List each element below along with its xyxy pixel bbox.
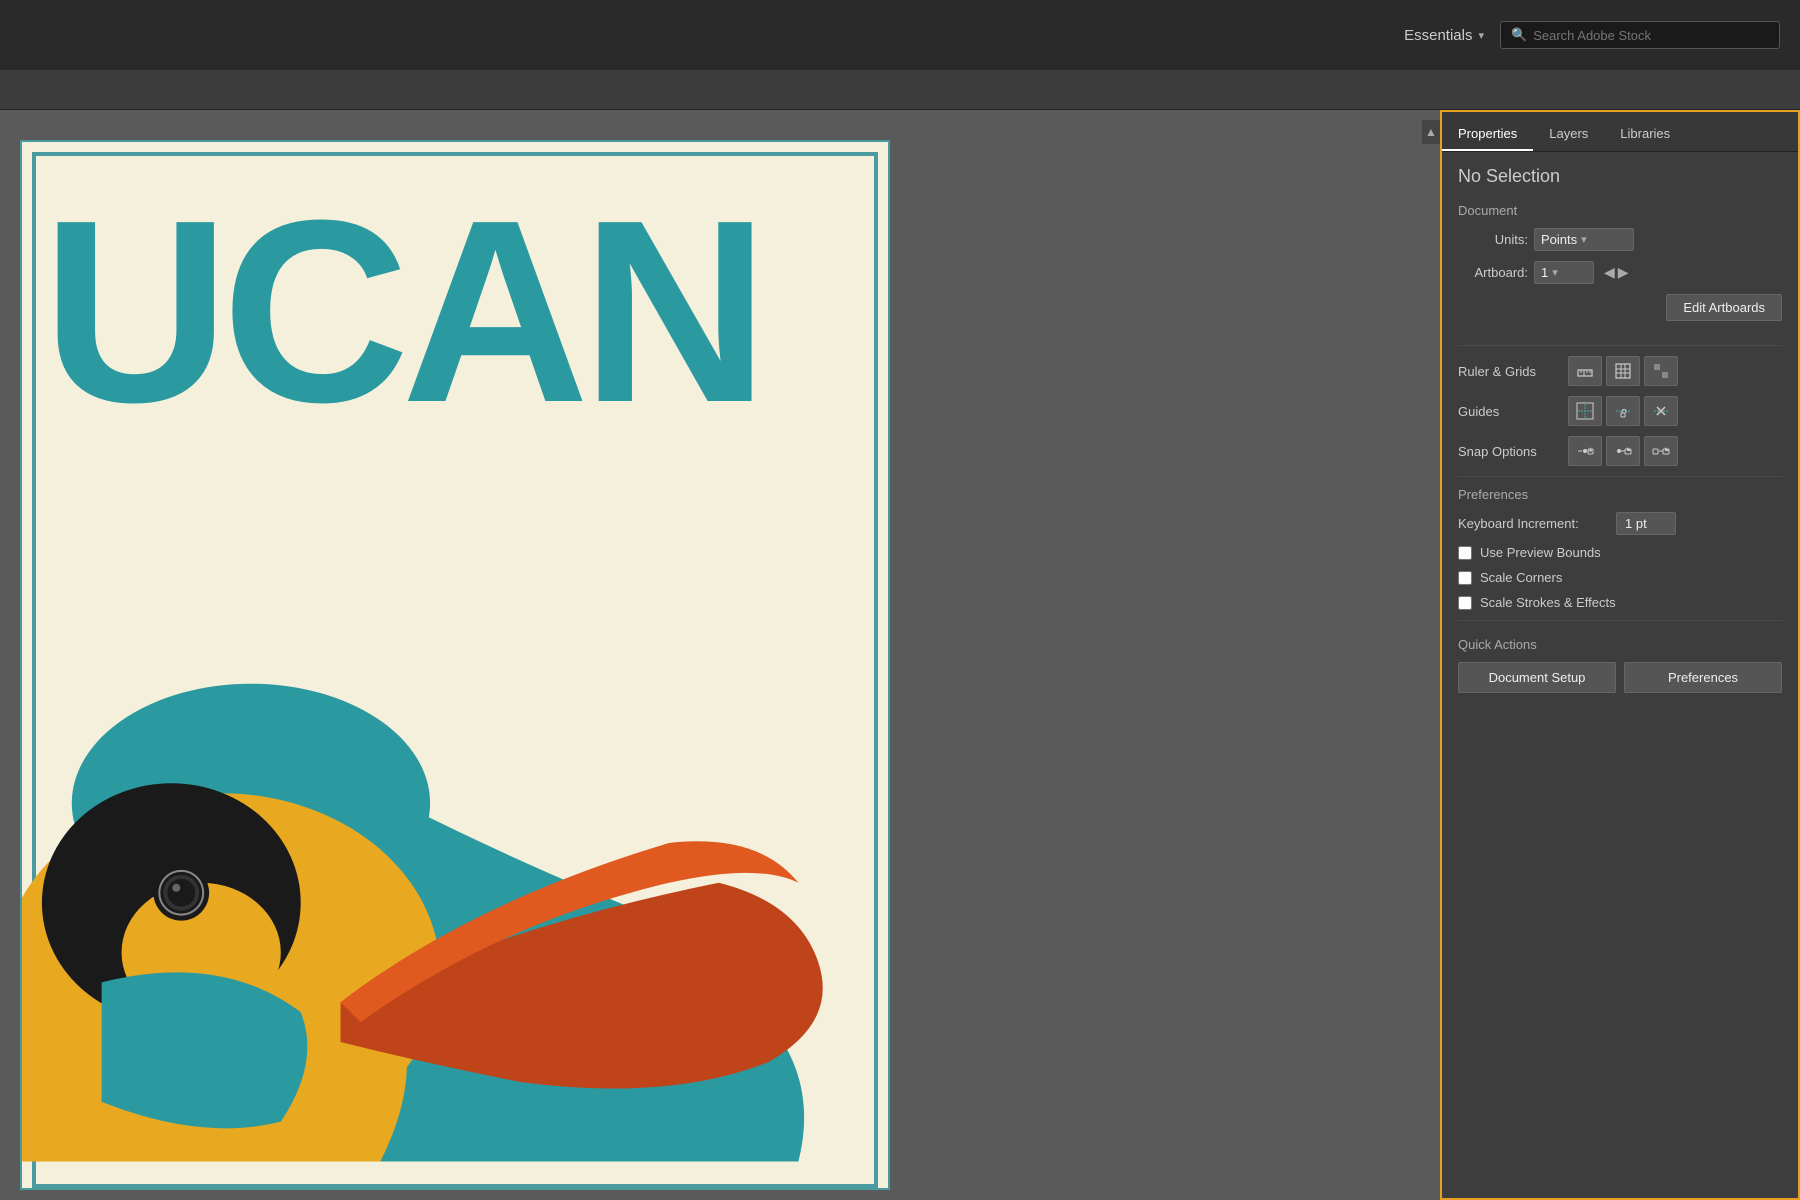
tab-properties[interactable]: Properties bbox=[1442, 118, 1533, 151]
main-area: UCAN bbox=[0, 110, 1800, 1200]
artboard-nav: ◀ ▶ bbox=[1604, 264, 1629, 281]
search-icon: 🔍 bbox=[1511, 27, 1527, 43]
ruler-grids-icons bbox=[1568, 356, 1678, 386]
divider-3 bbox=[1458, 620, 1782, 621]
artboard-label: Artboard: bbox=[1458, 265, 1528, 280]
ruler-grids-row: Ruler & Grids bbox=[1458, 356, 1782, 386]
keyboard-increment-row: Keyboard Increment: bbox=[1458, 512, 1782, 535]
units-dropdown-icon: ▾ bbox=[1581, 233, 1587, 246]
units-row: Units: Points ▾ bbox=[1458, 228, 1782, 251]
snap-grid-icon-btn[interactable] bbox=[1606, 436, 1640, 466]
units-label: Units: bbox=[1458, 232, 1528, 247]
show-guides-icon-btn[interactable] bbox=[1568, 396, 1602, 426]
pixel-grid-icon-btn[interactable] bbox=[1644, 356, 1678, 386]
snap-point-icon-btn[interactable] bbox=[1568, 436, 1602, 466]
search-input[interactable] bbox=[1533, 28, 1769, 43]
scale-corners-checkbox[interactable] bbox=[1458, 571, 1472, 585]
collapse-button[interactable]: ▲ bbox=[1422, 120, 1440, 144]
scale-strokes-label: Scale Strokes & Effects bbox=[1480, 595, 1616, 610]
guides-row: Guides bbox=[1458, 396, 1782, 426]
lock-guides-icon-btn[interactable] bbox=[1606, 396, 1640, 426]
panel-content: No Selection Document Units: Points ▾ Ar… bbox=[1442, 152, 1798, 1198]
essentials-label: Essentials bbox=[1404, 27, 1472, 44]
essentials-button[interactable]: Essentials ▾ bbox=[1404, 27, 1484, 44]
quick-actions-label: Quick Actions bbox=[1458, 637, 1782, 652]
preferences-section: Preferences Keyboard Increment: Use Prev… bbox=[1458, 487, 1782, 610]
use-preview-bounds-row: Use Preview Bounds bbox=[1458, 545, 1782, 560]
canvas-area: UCAN bbox=[0, 110, 1440, 1200]
ruler-icon-btn[interactable] bbox=[1568, 356, 1602, 386]
preferences-section-label: Preferences bbox=[1458, 487, 1782, 502]
scale-corners-row: Scale Corners bbox=[1458, 570, 1782, 585]
ruler-grids-label: Ruler & Grids bbox=[1458, 364, 1568, 379]
use-preview-bounds-label: Use Preview Bounds bbox=[1480, 545, 1601, 560]
use-preview-bounds-checkbox[interactable] bbox=[1458, 546, 1472, 560]
chevron-down-icon: ▾ bbox=[1478, 29, 1484, 42]
artboard-row: Artboard: 1 ▾ ◀ ▶ bbox=[1458, 261, 1782, 284]
quick-actions-section: Quick Actions Document Setup Preferences bbox=[1458, 637, 1782, 693]
scale-strokes-row: Scale Strokes & Effects bbox=[1458, 595, 1782, 610]
document-setup-button[interactable]: Document Setup bbox=[1458, 662, 1616, 693]
artboard-next-icon[interactable]: ▶ bbox=[1618, 264, 1629, 281]
artboard-prev-icon[interactable]: ◀ bbox=[1604, 264, 1615, 281]
canvas-text: UCAN bbox=[42, 182, 761, 442]
divider-1 bbox=[1458, 345, 1782, 346]
artboard-input[interactable]: 1 ▾ bbox=[1534, 261, 1594, 284]
tab-layers[interactable]: Layers bbox=[1533, 118, 1604, 151]
toolbar-row bbox=[0, 70, 1800, 110]
scale-corners-label: Scale Corners bbox=[1480, 570, 1562, 585]
snap-options-row: Snap Options bbox=[1458, 436, 1782, 466]
no-selection-label: No Selection bbox=[1458, 166, 1782, 187]
toucan-illustration bbox=[22, 508, 888, 1188]
artboard-value: 1 bbox=[1541, 265, 1548, 280]
snap-options-label: Snap Options bbox=[1458, 444, 1568, 459]
keyboard-increment-input[interactable] bbox=[1616, 512, 1676, 535]
artboard-dropdown-icon: ▾ bbox=[1552, 266, 1558, 279]
snap-icons bbox=[1568, 436, 1678, 466]
snap-pixel-icon-btn[interactable] bbox=[1644, 436, 1678, 466]
search-bar: 🔍 bbox=[1500, 21, 1780, 49]
quick-actions-buttons: Document Setup Preferences bbox=[1458, 662, 1782, 693]
units-select[interactable]: Points ▾ bbox=[1534, 228, 1634, 251]
top-bar: Essentials ▾ 🔍 bbox=[0, 0, 1800, 70]
right-panel: Properties Layers Libraries No Selection… bbox=[1440, 110, 1800, 1200]
keyboard-increment-label: Keyboard Increment: bbox=[1458, 516, 1608, 531]
guides-icons bbox=[1568, 396, 1678, 426]
artboard: UCAN bbox=[20, 140, 890, 1190]
preferences-button[interactable]: Preferences bbox=[1624, 662, 1782, 693]
scale-strokes-checkbox[interactable] bbox=[1458, 596, 1472, 610]
guides-label: Guides bbox=[1458, 404, 1568, 419]
document-section-label: Document bbox=[1458, 203, 1782, 218]
edit-artboards-button[interactable]: Edit Artboards bbox=[1666, 294, 1782, 321]
clear-guides-icon-btn[interactable] bbox=[1644, 396, 1678, 426]
tab-libraries[interactable]: Libraries bbox=[1604, 118, 1686, 151]
panel-tabs: Properties Layers Libraries bbox=[1442, 112, 1798, 152]
units-value: Points bbox=[1541, 232, 1577, 247]
divider-2 bbox=[1458, 476, 1782, 477]
grid-icon-btn[interactable] bbox=[1606, 356, 1640, 386]
